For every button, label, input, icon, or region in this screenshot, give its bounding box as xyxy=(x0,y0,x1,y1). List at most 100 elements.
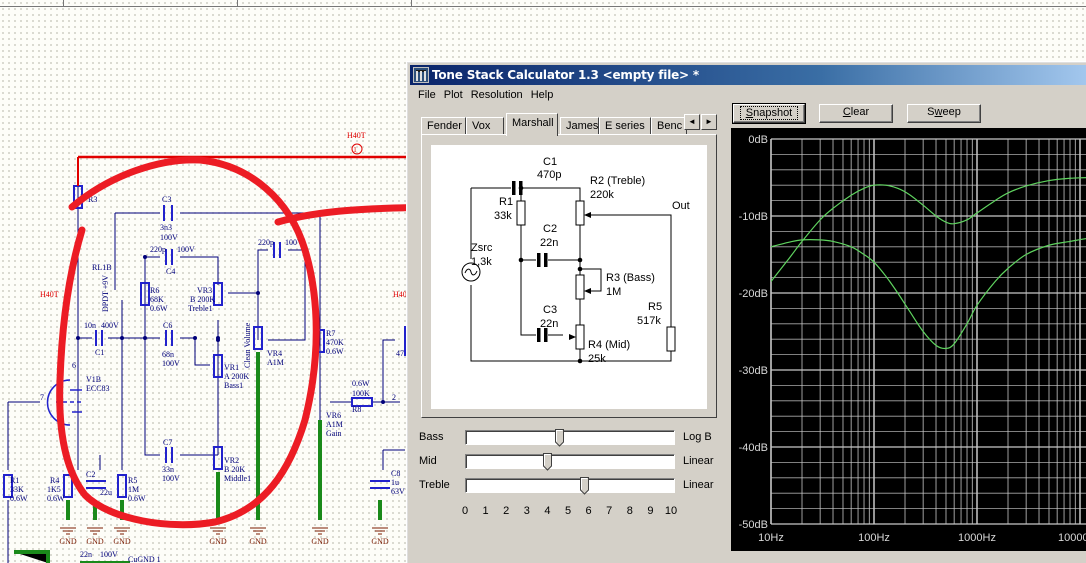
svg-text:Out: Out xyxy=(672,200,690,212)
y-tick-label: 0dB xyxy=(748,134,768,146)
svg-text:Gain: Gain xyxy=(326,429,342,438)
svg-text:517k: 517k xyxy=(637,315,661,327)
tab-fender[interactable]: Fender xyxy=(421,117,466,135)
svg-text:ECC83: ECC83 xyxy=(86,384,110,393)
scale-tick-2: 2 xyxy=(503,505,510,517)
tab-vox[interactable]: Vox xyxy=(466,117,504,135)
tab-james[interactable]: James xyxy=(560,117,599,135)
svg-text:B 200K: B 200K xyxy=(190,295,215,304)
clear-button[interactable]: Clear xyxy=(819,104,893,123)
svg-text:22n: 22n xyxy=(540,237,558,249)
x-tick-label: 1000Hz xyxy=(958,532,996,544)
svg-text:100V: 100V xyxy=(160,233,178,242)
treble-slider[interactable] xyxy=(465,477,675,495)
frequency-response-chart: 0dB -10dB -20dB -30dB -40dB -50dB 10Hz 100Hz 100… xyxy=(731,128,1086,551)
y-tick-label: -10dB xyxy=(739,211,768,223)
svg-text:C6: C6 xyxy=(163,321,172,330)
svg-text:33n: 33n xyxy=(162,465,174,474)
svg-text:C2: C2 xyxy=(86,470,95,479)
svg-text:C3: C3 xyxy=(162,195,171,204)
schematic-ground-symbols xyxy=(60,527,388,535)
treble-slider-thumb[interactable] xyxy=(579,477,589,495)
snapshot-button[interactable]: Snapshot xyxy=(732,103,806,124)
svg-text:22u: 22u xyxy=(100,488,112,497)
sweep-button[interactable]: Sweep xyxy=(907,104,981,123)
scale-tick-6: 6 xyxy=(585,505,592,517)
svg-text:H40: H40 xyxy=(393,290,407,299)
menu-plot[interactable]: Plot xyxy=(441,87,468,105)
y-tick-label: -30dB xyxy=(739,365,768,377)
snapshot-label: Snapshot xyxy=(739,106,799,120)
svg-text:R7: R7 xyxy=(326,329,335,338)
svg-text:R2 (Treble): R2 (Treble) xyxy=(590,175,645,187)
bass-slider-row: Bass Log B xyxy=(419,428,729,448)
svg-text:0.6W: 0.6W xyxy=(326,347,344,356)
svg-text:10n: 10n xyxy=(84,321,96,330)
svg-text:1M: 1M xyxy=(606,286,621,298)
svg-text:0.6W: 0.6W xyxy=(10,494,28,503)
menu-bar: File Plot Resolution Help xyxy=(415,87,558,105)
treble-slider-row: Treble Linear xyxy=(419,476,729,496)
svg-text:C1: C1 xyxy=(543,156,557,168)
svg-text:Bass1: Bass1 xyxy=(224,381,243,390)
svg-text:R1: R1 xyxy=(499,196,513,208)
menu-resolution[interactable]: Resolution xyxy=(468,87,528,105)
tab-bench[interactable]: Benc xyxy=(651,117,687,135)
y-tick-label: -50dB xyxy=(739,519,768,531)
svg-text:C7: C7 xyxy=(163,438,172,447)
title-bar[interactable]: Tone Stack Calculator 1.3 <empty file> * xyxy=(410,65,1086,85)
svg-text:R6: R6 xyxy=(150,286,159,295)
svg-text:220k: 220k xyxy=(590,189,614,201)
svg-text:1u: 1u xyxy=(391,478,399,487)
menu-help[interactable]: Help xyxy=(528,87,559,105)
scale-tick-9: 9 xyxy=(647,505,654,517)
svg-text:C2: C2 xyxy=(543,223,557,235)
slider-scale: 0 1 2 3 4 5 6 7 8 9 10 xyxy=(461,505,677,519)
svg-text:0.6W: 0.6W xyxy=(352,379,370,388)
treble-label: Treble xyxy=(419,479,450,491)
svg-text:VR3: VR3 xyxy=(197,286,212,295)
svg-text:1: 1 xyxy=(353,146,357,154)
y-tick-label: -20dB xyxy=(739,288,768,300)
svg-text:400V: 400V xyxy=(101,321,119,330)
scale-tick-0: 0 xyxy=(461,505,469,517)
sweep-label: Sweep xyxy=(927,106,961,118)
bass-slider-thumb[interactable] xyxy=(555,429,565,447)
svg-text:C3: C3 xyxy=(543,304,557,316)
mid-slider-thumb[interactable] xyxy=(542,453,552,471)
svg-text:GND: GND xyxy=(311,537,329,546)
treble-taper-mode: Linear xyxy=(683,479,714,491)
window-title: Tone Stack Calculator 1.3 <empty file> * xyxy=(432,68,699,82)
svg-text:C4: C4 xyxy=(166,267,175,276)
svg-text:47: 47 xyxy=(396,349,404,358)
svg-text:R8: R8 xyxy=(352,405,361,414)
svg-text:RL1B: RL1B xyxy=(92,263,112,272)
svg-text:GND: GND xyxy=(371,537,389,546)
svg-text:1K5: 1K5 xyxy=(47,485,61,494)
svg-text:H40T: H40T xyxy=(40,290,59,299)
svg-text:H40T: H40T xyxy=(347,131,366,140)
tab-e-series[interactable]: E series xyxy=(599,117,651,135)
menu-file[interactable]: File xyxy=(415,87,441,105)
svg-text:100V: 100V xyxy=(100,550,118,559)
svg-text:220p: 220p xyxy=(258,238,274,247)
schematic-gnd-labels: GND GND GND GND GND GND GND xyxy=(59,537,389,546)
chart-svg: 0dB -10dB -20dB -30dB -40dB -50dB10Hz 100Hz 100… xyxy=(739,134,1086,544)
svg-text:Zsrc: Zsrc xyxy=(471,242,493,254)
tone-stack-circuit: C1 470p R2 (Treble) 220k R1 33k Out C2 2… xyxy=(431,145,707,409)
svg-text:C1: C1 xyxy=(95,348,104,357)
svg-text:C8: C8 xyxy=(391,469,400,478)
svg-text:VR1: VR1 xyxy=(224,363,239,372)
svg-text:CuGND 1: CuGND 1 xyxy=(128,555,161,563)
tab-marshall[interactable]: Marshall xyxy=(506,113,558,136)
svg-text:Treble1: Treble1 xyxy=(188,304,213,313)
tab-scroll-right-button[interactable]: ► xyxy=(701,114,717,130)
svg-text:Clean Volume: Clean Volume xyxy=(243,322,252,368)
svg-text:100V: 100V xyxy=(162,359,180,368)
mid-slider[interactable] xyxy=(465,453,675,471)
y-tick-label: -40dB xyxy=(739,442,768,454)
bass-slider[interactable] xyxy=(465,429,675,447)
tab-scroll-left-button[interactable]: ◄ xyxy=(684,114,700,130)
svg-text:470K: 470K xyxy=(326,338,344,347)
svg-text:GND: GND xyxy=(59,537,77,546)
